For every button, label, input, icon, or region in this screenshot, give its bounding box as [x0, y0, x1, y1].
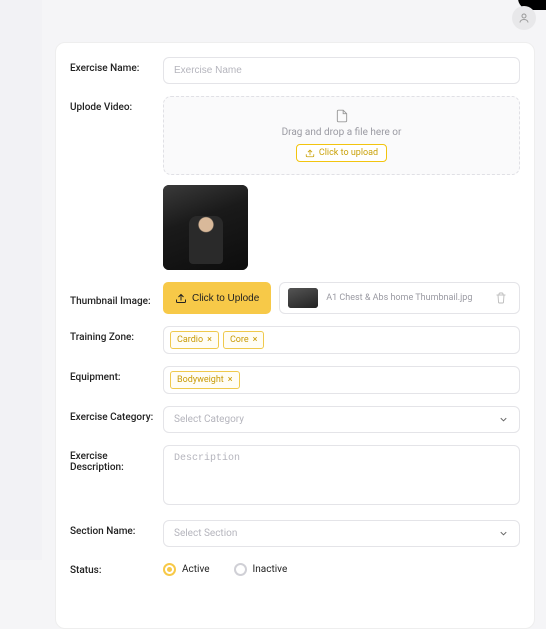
radio-label: Inactive	[253, 564, 288, 575]
video-dropzone[interactable]: Drag and drop a file here or Click to up…	[163, 96, 520, 175]
status-label: Status:	[70, 559, 155, 576]
upload-icon	[305, 148, 315, 158]
exercise-name-input[interactable]	[163, 57, 520, 84]
click-to-upload-button[interactable]: Click to upload	[296, 144, 387, 162]
tag-remove-button[interactable]: ×	[228, 375, 233, 385]
description-textarea[interactable]	[163, 445, 520, 505]
thumbnail-filename: A1 Chest & Abs home Thumbnail.jpg	[326, 293, 472, 303]
status-radio-active[interactable]: Active	[163, 563, 210, 576]
training-zone-input[interactable]: Cardio × Core ×	[163, 326, 520, 354]
radio-dot	[234, 563, 247, 576]
upload-video-label: Uplode Video:	[70, 96, 155, 113]
tag-remove-button[interactable]: ×	[207, 335, 212, 345]
section-label: Section Name:	[70, 520, 155, 537]
training-zone-tag: Core ×	[223, 331, 265, 349]
training-zone-label: Training Zone:	[70, 326, 155, 343]
category-select[interactable]: Select Category	[163, 406, 520, 433]
radio-dot	[163, 563, 176, 576]
radio-label: Active	[182, 564, 210, 575]
equipment-label: Equipment:	[70, 366, 155, 383]
exercise-name-label: Exercise Name:	[70, 57, 155, 74]
thumbnail-delete-button[interactable]	[491, 288, 511, 308]
description-label: Exercise Description:	[70, 445, 155, 473]
category-label: Exercise Category:	[70, 406, 155, 423]
trash-icon	[495, 292, 507, 304]
thumbnail-file-chip: A1 Chest & Abs home Thumbnail.jpg	[279, 282, 520, 314]
section-select[interactable]: Select Section	[163, 520, 520, 547]
tag-label: Core	[230, 335, 249, 345]
thumbnail-mini-preview	[288, 288, 318, 308]
video-preview-thumbnail	[163, 185, 248, 270]
thumbnail-label: Thumbnail Image:	[70, 290, 155, 307]
avatar[interactable]	[512, 6, 536, 30]
thumbnail-upload-button[interactable]: Click to Uplode	[163, 282, 271, 314]
equipment-input[interactable]: Bodyweight ×	[163, 366, 520, 394]
file-icon	[176, 109, 507, 123]
exercise-form-card: Exercise Name: Uplode Video: Drag and dr…	[55, 42, 535, 629]
tag-remove-button[interactable]: ×	[253, 335, 258, 345]
status-radio-inactive[interactable]: Inactive	[234, 563, 288, 576]
upload-icon	[175, 292, 187, 304]
tag-label: Bodyweight	[177, 375, 224, 385]
dropzone-text: Drag and drop a file here or	[176, 127, 507, 138]
status-radio-group: Active Inactive	[163, 559, 520, 576]
user-icon	[518, 12, 530, 24]
tag-label: Cardio	[177, 335, 203, 345]
chevron-down-icon	[498, 528, 509, 539]
chevron-down-icon	[498, 414, 509, 425]
training-zone-tag: Cardio ×	[170, 331, 219, 349]
equipment-tag: Bodyweight ×	[170, 371, 240, 389]
